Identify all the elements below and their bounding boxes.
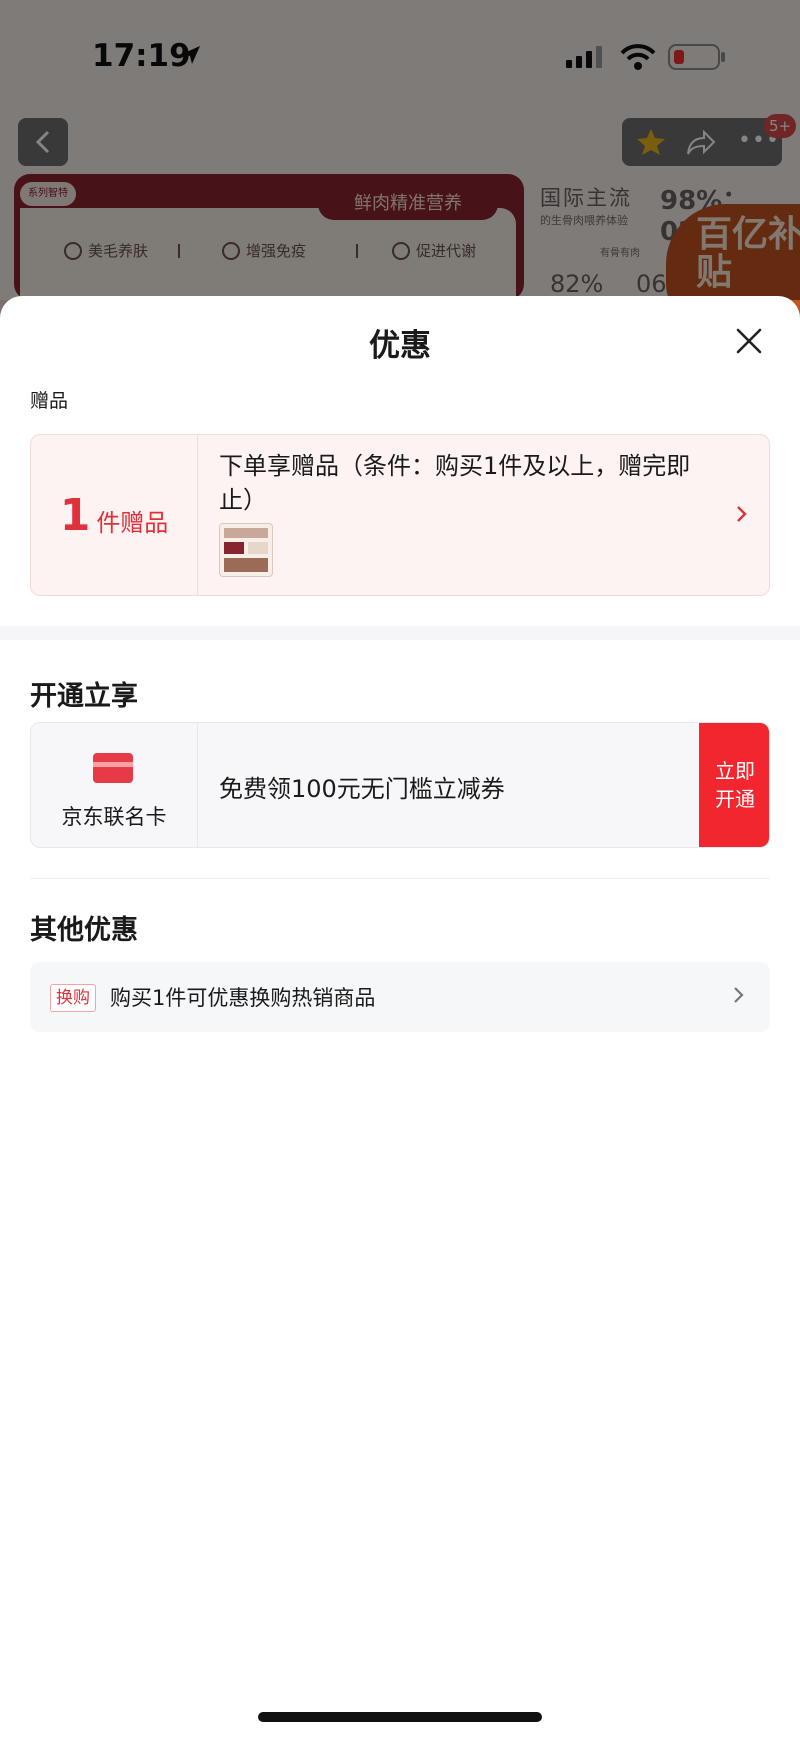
close-icon: [736, 328, 762, 354]
home-indicator[interactable]: [258, 1712, 542, 1722]
gift-section-label: 赠品: [30, 390, 69, 412]
gift-count: 1 件赠品: [31, 435, 198, 595]
close-button[interactable]: [734, 326, 764, 356]
activate-label-1: 立即: [715, 759, 755, 783]
swap-offer-row[interactable]: 换购 购买1件可优惠换购热销商品: [30, 962, 770, 1032]
section-divider: [0, 626, 800, 640]
other-section-title: 其他优惠: [30, 915, 138, 946]
swap-tag: 换购: [50, 984, 96, 1012]
gift-thumbnail[interactable]: [219, 523, 273, 577]
swap-offer-text: 购买1件可优惠换购热销商品: [110, 986, 376, 1010]
activate-button[interactable]: 立即 开通: [699, 723, 769, 847]
gift-count-unit: 件赠品: [96, 508, 169, 537]
gift-card[interactable]: 1 件赠品 下单享赠品（条件：购买1件及以上，赠完即止）: [30, 434, 770, 596]
divider-line: [30, 878, 770, 879]
card-icon: [93, 753, 133, 783]
activate-label-2: 开通: [715, 787, 755, 811]
sheet-title: 优惠: [369, 328, 431, 364]
chevron-right-icon: [732, 986, 744, 1008]
offers-sheet: 优惠 赠品 1 件赠品 下单享赠品（条件：购买1件及以上，赠完即止） 开通立享 …: [0, 296, 800, 1738]
coupon-text: 免费领100元无门槛立减券: [219, 775, 505, 803]
gift-count-number: 1: [59, 489, 91, 541]
gift-description: 下单享赠品（条件：购买1件及以上，赠完即止）: [219, 452, 691, 514]
card-name: 京东联名卡: [61, 805, 167, 829]
open-section-title: 开通立享: [30, 681, 138, 712]
card-column: 京东联名卡: [31, 723, 198, 847]
chevron-right-icon: [735, 505, 747, 527]
cobrand-card-offer: 京东联名卡 免费领100元无门槛立减券 立即 开通: [30, 722, 770, 848]
dim-overlay[interactable]: [0, 0, 800, 300]
product-page-background: 17:19 ••• 5+ 系列智特 鲜肉精准营养 美毛养肤 增强免疫 促进代谢 …: [0, 0, 800, 324]
